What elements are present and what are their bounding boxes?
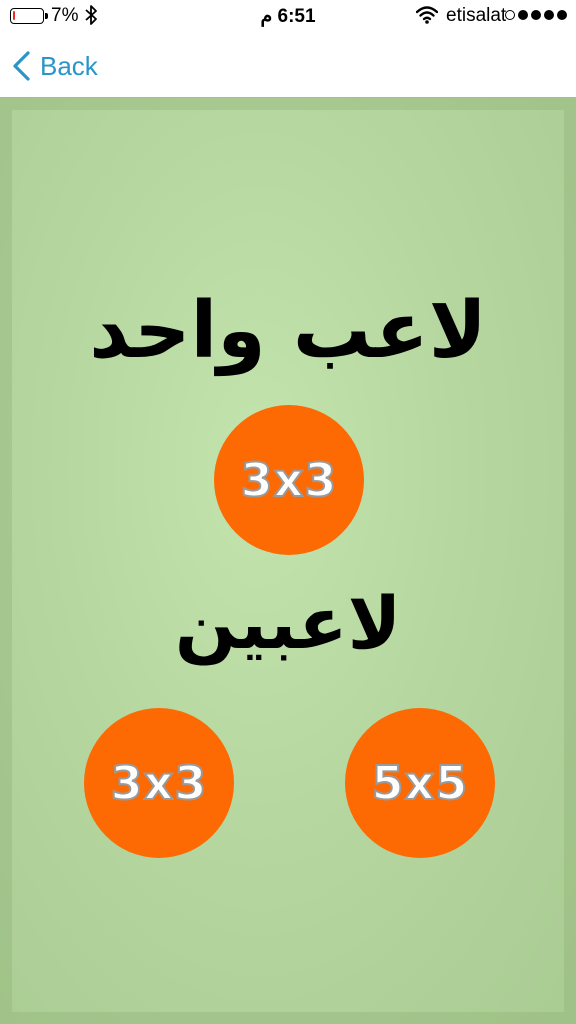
single-player-heading: لاعب واحد <box>89 286 487 376</box>
single-player-3x3-label: 3x3 <box>240 452 338 508</box>
signal-dot <box>544 10 554 20</box>
status-bar: 7% 6:51 م etisalat <box>0 0 576 34</box>
single-player-3x3-button[interactable]: 3x3 <box>214 405 364 555</box>
signal-strength-icon <box>505 10 567 20</box>
signal-dot <box>505 10 515 20</box>
signal-dot <box>557 10 567 20</box>
navigation-bar: Back <box>0 34 576 98</box>
signal-dot <box>531 10 541 20</box>
chevron-left-icon <box>13 51 30 81</box>
two-players-3x3-label: 3x3 <box>110 755 208 811</box>
signal-dot <box>518 10 528 20</box>
game-menu: لاعب واحد 3x3 لاعبين 3x3 5x5 <box>0 98 576 1024</box>
two-players-heading: لاعبين <box>174 581 402 665</box>
screen: 7% 6:51 م etisalat Back لاعب واحد 3x3 لا… <box>0 0 576 1024</box>
carrier-name: etisalat <box>446 5 507 26</box>
back-label: Back <box>40 50 98 81</box>
two-players-3x3-button[interactable]: 3x3 <box>84 708 234 858</box>
two-players-5x5-button[interactable]: 5x5 <box>345 708 495 858</box>
back-button[interactable]: Back <box>10 46 98 86</box>
two-players-5x5-label: 5x5 <box>371 755 469 811</box>
wifi-icon <box>416 6 438 24</box>
background-frame <box>0 98 576 1024</box>
